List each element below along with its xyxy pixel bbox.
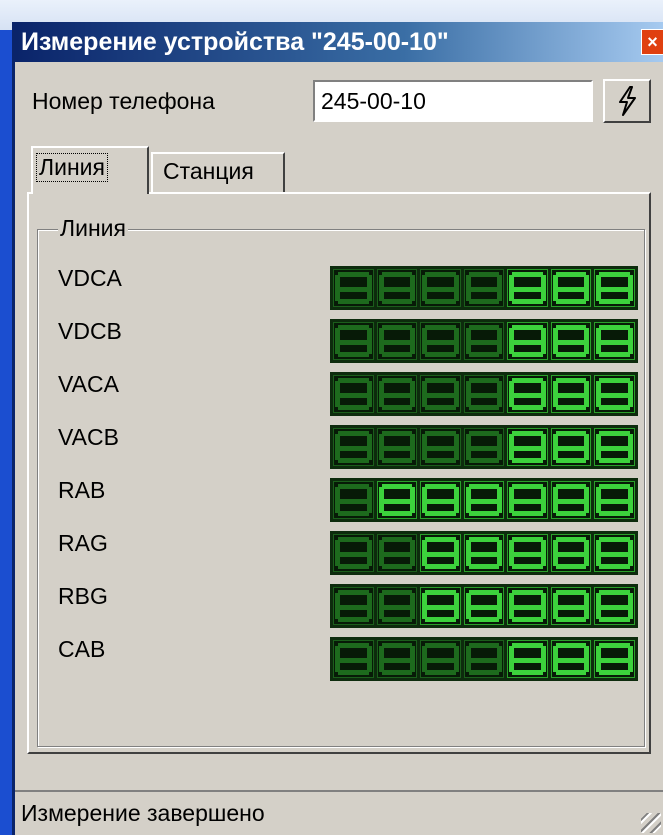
- lcd-display: [330, 372, 638, 416]
- status-text: Измерение завершено: [21, 800, 265, 826]
- lcd-digit: [333, 322, 374, 360]
- lightning-icon: [619, 86, 636, 116]
- lcd-digit: [376, 534, 418, 572]
- measurement-label: VACA: [58, 371, 119, 397]
- lcd-digit: [333, 375, 374, 413]
- lcd-display: [330, 637, 638, 681]
- lcd-digit: [420, 428, 461, 466]
- lcd-digit: [463, 428, 505, 466]
- lcd-display: [330, 266, 638, 310]
- lcd-digit: [594, 269, 636, 307]
- lcd-digit: [507, 587, 548, 625]
- lcd-digit: [333, 640, 374, 678]
- lcd-digit: [507, 322, 548, 360]
- lcd-digit: [420, 534, 461, 572]
- lcd-digit: [550, 269, 592, 307]
- lcd-digit: [550, 481, 592, 519]
- status-bar: Измерение завершено: [15, 790, 663, 835]
- measurement-label: VDCA: [58, 265, 122, 291]
- lcd-digit: [507, 640, 548, 678]
- lcd-digit: [550, 428, 592, 466]
- lcd-digit: [333, 534, 374, 572]
- tab-station[interactable]: Станция: [151, 152, 285, 192]
- lcd-digit: [550, 322, 592, 360]
- lcd-digit: [420, 375, 461, 413]
- close-icon: ×: [647, 32, 658, 52]
- lcd-digit: [420, 481, 461, 519]
- lcd-digit: [507, 375, 548, 413]
- lcd-digit: [594, 640, 636, 678]
- measurement-label: RBG: [58, 583, 108, 609]
- lcd-digit: [594, 375, 636, 413]
- tab-line[interactable]: Линия: [31, 146, 149, 194]
- lcd-digit: [376, 587, 418, 625]
- title-bar[interactable]: Измерение устройства "245-00-10" ×: [15, 22, 663, 62]
- lcd-digit: [376, 481, 418, 519]
- lcd-display: [330, 478, 638, 522]
- tab-station-label: Станция: [163, 158, 254, 184]
- tab-line-label: Линия: [36, 153, 108, 182]
- lcd-digit: [463, 640, 505, 678]
- lcd-display: [330, 425, 638, 469]
- lcd-digit: [420, 322, 461, 360]
- measurement-label: VDCB: [58, 318, 122, 344]
- lcd-display: [330, 319, 638, 363]
- measurement-window: Измерение устройства "245-00-10" × Номер…: [12, 22, 663, 835]
- lcd-digit: [333, 269, 374, 307]
- lcd-digit: [420, 269, 461, 307]
- measurement-label: CAB: [58, 636, 106, 662]
- lcd-digit: [550, 375, 592, 413]
- lcd-digit: [594, 534, 636, 572]
- lcd-digit: [376, 428, 418, 466]
- measurement-label: VACB: [58, 424, 119, 450]
- lcd-digit: [376, 269, 418, 307]
- lcd-digit: [420, 640, 461, 678]
- phone-number-input[interactable]: [313, 80, 593, 122]
- desktop-edge: [0, 30, 12, 835]
- lcd-digit: [594, 481, 636, 519]
- lcd-digit: [463, 481, 505, 519]
- lcd-display: [330, 584, 638, 628]
- lcd-digit: [420, 587, 461, 625]
- lcd-digit: [594, 587, 636, 625]
- lcd-digit: [376, 322, 418, 360]
- lcd-digit: [507, 269, 548, 307]
- lcd-digit: [594, 428, 636, 466]
- lcd-digit: [376, 375, 418, 413]
- lcd-digit: [550, 587, 592, 625]
- lcd-digit: [550, 534, 592, 572]
- lcd-digit: [463, 269, 505, 307]
- lcd-digit: [594, 322, 636, 360]
- lcd-digit: [507, 428, 548, 466]
- lcd-digit: [333, 428, 374, 466]
- lcd-digit: [333, 587, 374, 625]
- close-button[interactable]: ×: [641, 29, 663, 55]
- window-title: Измерение устройства "245-00-10": [21, 28, 449, 56]
- lcd-digit: [463, 375, 505, 413]
- lcd-digit: [507, 481, 548, 519]
- lcd-digit: [376, 640, 418, 678]
- measurement-label: RAB: [58, 477, 106, 503]
- lcd-digit: [550, 640, 592, 678]
- lcd-display: [330, 531, 638, 575]
- lcd-digit: [463, 587, 505, 625]
- resize-grip-icon[interactable]: [641, 813, 661, 833]
- lcd-digit: [463, 534, 505, 572]
- phone-number-label: Номер телефона: [32, 88, 215, 114]
- lcd-digit: [333, 481, 374, 519]
- group-title: Линия: [58, 215, 128, 242]
- lcd-digit: [507, 534, 548, 572]
- measure-button[interactable]: [603, 79, 651, 123]
- lcd-digit: [463, 322, 505, 360]
- measurement-label: RAG: [58, 530, 108, 556]
